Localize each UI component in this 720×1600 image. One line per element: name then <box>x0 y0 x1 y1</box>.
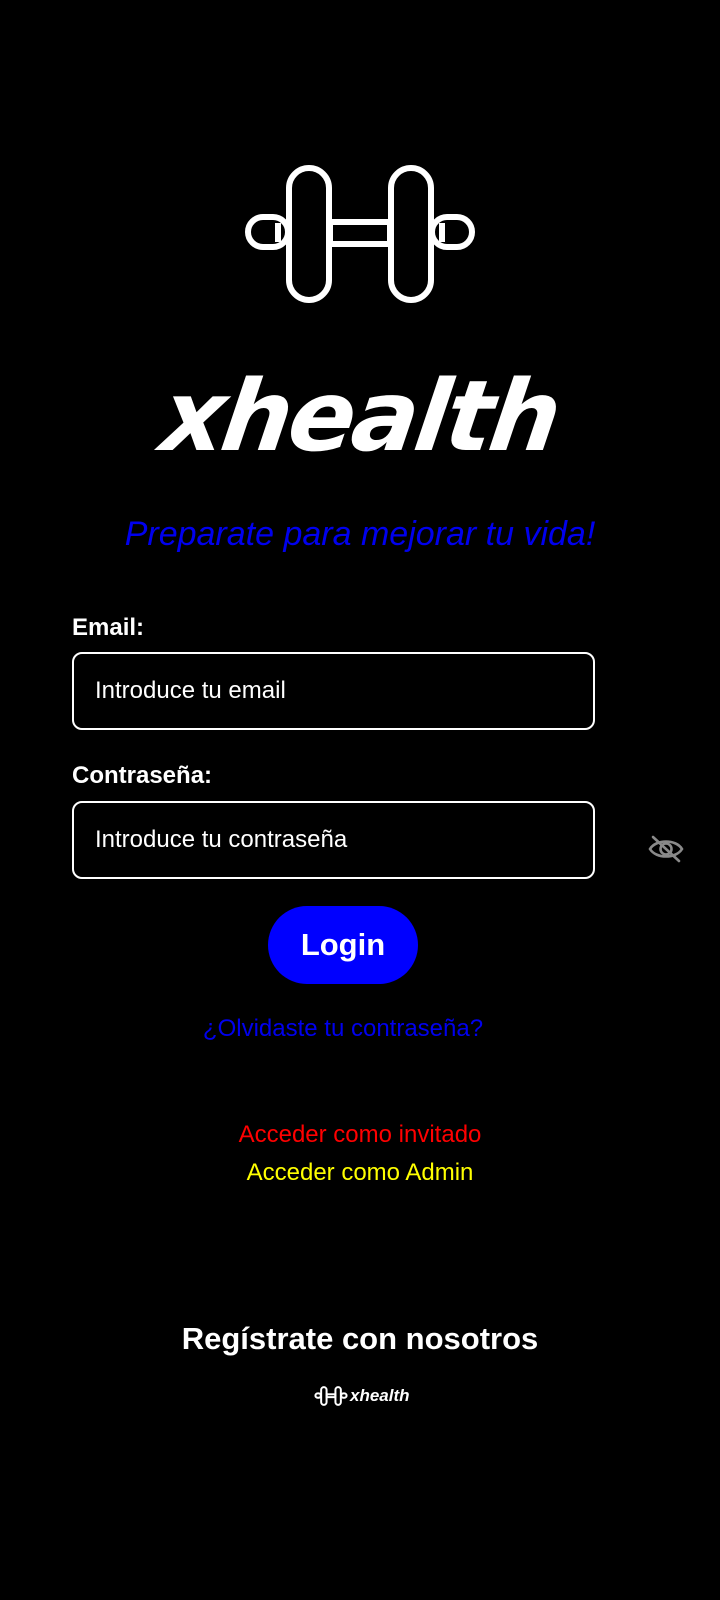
password-input[interactable] <box>72 801 595 879</box>
dumbbell-logo-icon <box>245 165 475 303</box>
brand-title: xhealth <box>154 360 566 474</box>
register-link[interactable]: Regístrate con nosotros <box>0 1321 720 1357</box>
admin-access-link[interactable]: Acceder como Admin <box>0 1159 720 1187</box>
email-input[interactable] <box>72 652 595 730</box>
guest-access-link[interactable]: Acceder como invitado <box>0 1121 720 1149</box>
login-button[interactable]: Login <box>268 906 418 984</box>
footer-brand-name: xhealth <box>350 1386 410 1405</box>
email-label: Email: <box>72 614 145 641</box>
password-label: Contraseña: <box>72 762 213 789</box>
forgot-password-link[interactable]: ¿Olvidaste tu contraseña? <box>0 1015 686 1043</box>
dumbbell-icon <box>314 1386 348 1406</box>
eye-off-icon[interactable] <box>648 834 684 864</box>
tagline: Preparate para mejorar tu vida! <box>124 515 596 553</box>
footer-logo: xhealth <box>314 1385 410 1407</box>
